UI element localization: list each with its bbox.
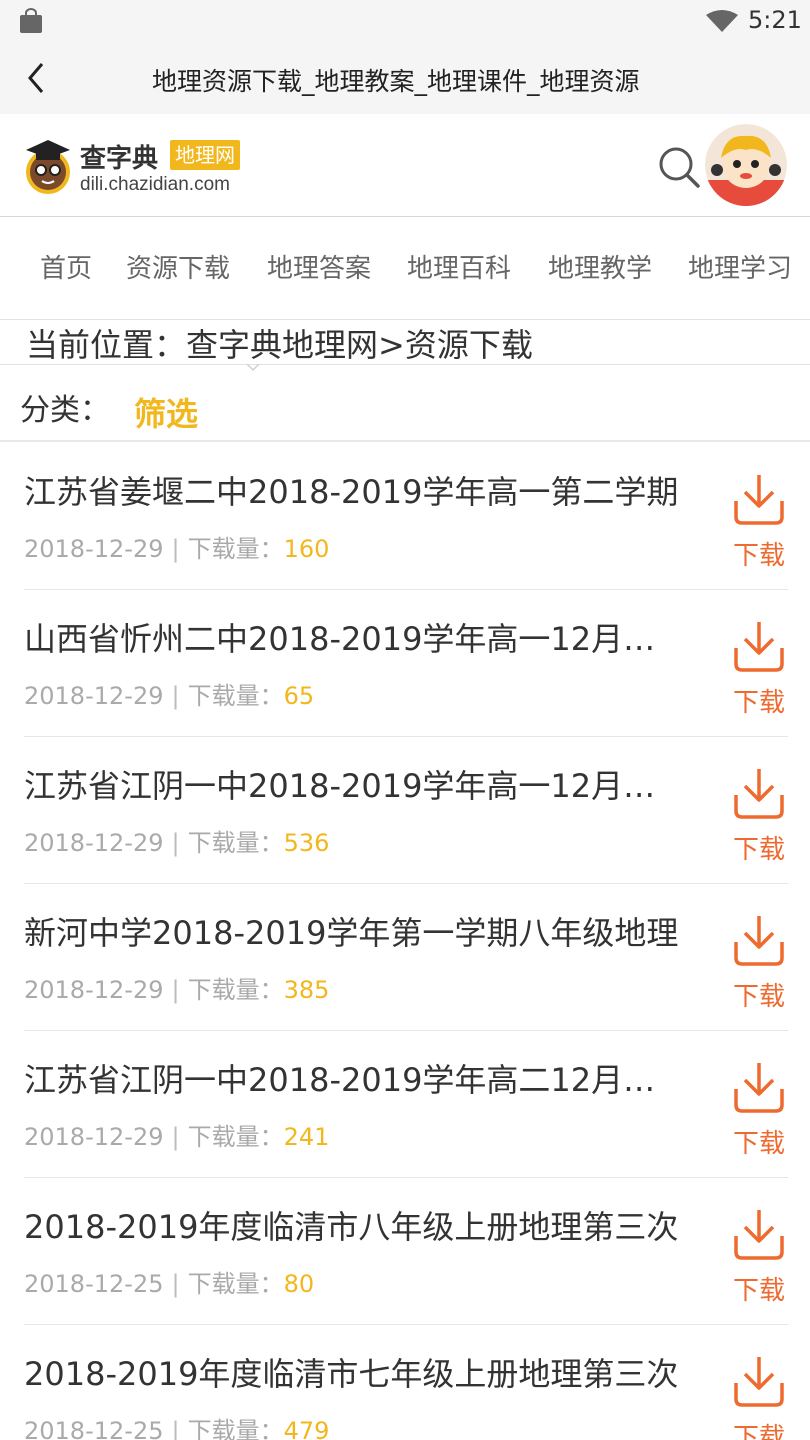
download-button[interactable]: 下载 xyxy=(730,1059,788,1163)
item-date: 2018-12-29 xyxy=(24,829,164,857)
download-icon xyxy=(734,1210,784,1260)
nav-item-encyclopedia[interactable]: 地理百科 xyxy=(407,248,511,285)
download-count: 65 xyxy=(283,682,315,710)
list-item[interactable]: 江苏省江阴一中2018-2019学年高二12月月考 2018-12-29 | 下载量… xyxy=(0,1031,810,1178)
download-button[interactable]: 下载 xyxy=(730,1353,788,1440)
list-item[interactable]: 江苏省江阴一中2018-2019学年高一12月月考 2018-12-29 | 下载量… xyxy=(0,737,810,884)
download-label: 下载 xyxy=(733,1423,786,1440)
logo-name: 查字典 xyxy=(80,144,159,174)
download-count-label: 下载量： xyxy=(187,829,284,857)
download-label: 下载 xyxy=(733,1129,786,1159)
logo-mascot-icon[interactable] xyxy=(22,134,74,196)
nav-item-learning[interactable]: 地理学习 xyxy=(688,248,792,285)
item-meta: 2018-12-29 | 下载量：241 xyxy=(24,1123,330,1151)
item-title[interactable]: 江苏省江阴一中2018-2019学年高二12月月考 xyxy=(24,1055,684,1101)
download-count-label: 下载量： xyxy=(187,976,284,1004)
download-label: 下载 xyxy=(733,835,786,865)
nav-item-downloads[interactable]: 资源下载 xyxy=(126,248,230,285)
item-meta: 2018-12-25 | 下载量：80 xyxy=(24,1270,315,1298)
download-button[interactable]: 下载 xyxy=(730,912,788,1016)
list-item[interactable]: 2018-2019年度临清市七年级上册地理第三次 2018-12-25 | 下载量：… xyxy=(0,1325,810,1440)
download-button[interactable]: 下载 xyxy=(730,765,788,869)
download-count-label: 下载量： xyxy=(187,1123,284,1151)
avatar[interactable] xyxy=(705,124,787,206)
item-title[interactable]: 新河中学2018-2019学年第一学期八年级地理 xyxy=(24,908,684,954)
breadcrumb: 当前位置：查字典地理网>资源下载 xyxy=(26,326,533,364)
download-icon xyxy=(734,916,784,966)
item-meta: 2018-12-29 | 下载量：385 xyxy=(24,976,330,1004)
download-icon xyxy=(734,622,784,672)
status-bar: 5:21 xyxy=(0,0,810,44)
download-count: 385 xyxy=(283,976,330,1004)
nav-item-teaching[interactable]: 地理教学 xyxy=(548,248,652,285)
download-button[interactable]: 下载 xyxy=(730,618,788,722)
filter-bar: 分类： 筛选 xyxy=(0,365,810,442)
back-arrow-icon[interactable] xyxy=(22,60,52,96)
item-date: 2018-12-25 xyxy=(24,1270,164,1298)
list-item[interactable]: 新河中学2018-2019学年第一学期八年级地理 2018-12-29 | 下载量：… xyxy=(0,884,810,1031)
download-button[interactable]: 下载 xyxy=(730,471,788,575)
item-date: 2018-12-29 xyxy=(24,1123,164,1151)
wifi-icon xyxy=(706,10,738,32)
download-label: 下载 xyxy=(733,982,786,1012)
item-title[interactable]: 山西省忻州二中2018-2019学年高一12月月考 xyxy=(24,614,684,660)
item-date: 2018-12-29 xyxy=(24,535,164,563)
download-count-label: 下载量： xyxy=(187,682,284,710)
page-title: 地理资源下载_地理教案_地理课件_地理资源 xyxy=(152,67,640,96)
item-meta: 2018-12-29 | 下载量：65 xyxy=(24,682,315,710)
download-count: 479 xyxy=(283,1417,330,1440)
download-button[interactable]: 下载 xyxy=(730,1206,788,1310)
item-date: 2018-12-29 xyxy=(24,976,164,1004)
logo-badge: 地理网 xyxy=(170,140,240,170)
nav-item-home[interactable]: 首页 xyxy=(40,248,92,285)
download-count-label: 下载量： xyxy=(187,535,284,563)
download-count-label: 下载量： xyxy=(187,1270,284,1298)
download-count-label: 下载量： xyxy=(187,1417,284,1440)
item-meta: 2018-12-29 | 下载量：536 xyxy=(24,829,330,857)
clock: 5:21 xyxy=(748,6,802,34)
item-title[interactable]: 江苏省江阴一中2018-2019学年高一12月月考 xyxy=(24,761,684,807)
filter-button[interactable]: 筛选 xyxy=(134,389,198,435)
item-title[interactable]: 江苏省姜堰二中2018-2019学年高一第二学期 xyxy=(24,467,684,513)
shopping-bag-icon xyxy=(20,8,42,33)
item-meta: 2018-12-25 | 下载量：479 xyxy=(24,1411,329,1440)
download-label: 下载 xyxy=(733,1276,786,1306)
list-item[interactable]: 山西省忻州二中2018-2019学年高一12月月考 2018-12-29 | 下载量… xyxy=(0,590,810,737)
item-meta: 2018-12-29 | 下载量：160 xyxy=(24,535,330,563)
download-icon xyxy=(734,475,784,525)
download-count: 160 xyxy=(283,535,330,563)
download-label: 下载 xyxy=(733,688,786,718)
download-count: 80 xyxy=(283,1270,315,1298)
site-header: 查字典 地理网 dili.chazidian.com xyxy=(0,114,810,217)
download-count: 536 xyxy=(283,829,330,857)
download-label: 下载 xyxy=(733,541,786,571)
logo-domain: dili.chazidian.com xyxy=(80,174,230,195)
download-count: 241 xyxy=(283,1123,330,1151)
item-title[interactable]: 2018-2019年度临清市七年级上册地理第三次 xyxy=(24,1349,684,1395)
nav-item-answers[interactable]: 地理答案 xyxy=(267,248,371,285)
category-nav: 首页 资源下载 地理答案 地理百科 地理教学 地理学习 xyxy=(0,218,810,320)
item-title[interactable]: 2018-2019年度临清市八年级上册地理第三次 xyxy=(24,1202,684,1248)
download-icon xyxy=(734,1357,784,1407)
search-icon[interactable] xyxy=(656,144,702,190)
item-date: 2018-12-25 xyxy=(24,1417,164,1440)
filter-label: 分类： xyxy=(20,393,110,428)
list-item[interactable]: 江苏省姜堰二中2018-2019学年高一第二学期 2018-12-29 | 下载量：… xyxy=(0,443,810,590)
browser-title-bar: 地理资源下载_地理教案_地理课件_地理资源 xyxy=(0,44,810,114)
download-icon xyxy=(734,769,784,819)
item-date: 2018-12-29 xyxy=(24,682,164,710)
download-icon xyxy=(734,1063,784,1113)
list-item[interactable]: 2018-2019年度临清市八年级上册地理第三次 2018-12-25 | 下载量：… xyxy=(0,1178,810,1325)
